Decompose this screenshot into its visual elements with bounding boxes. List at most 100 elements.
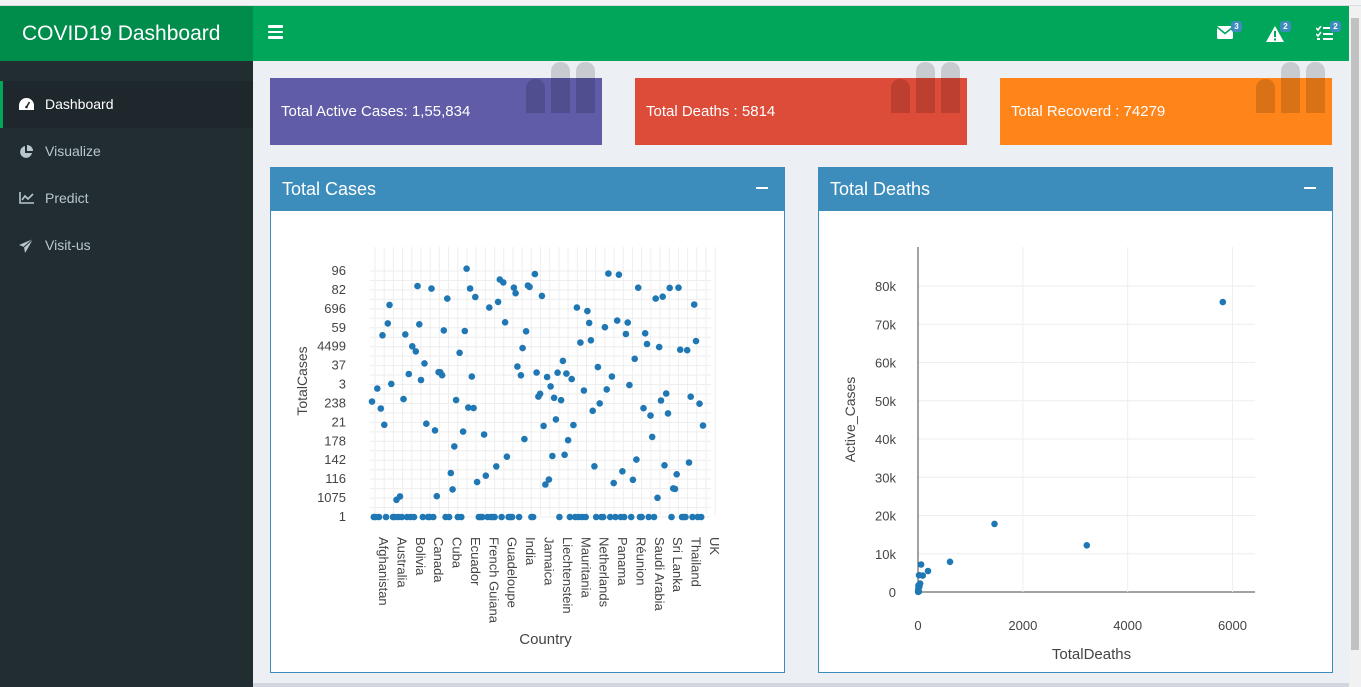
- data-point: [384, 320, 392, 327]
- sidebar-item-visualize[interactable]: Visualize: [0, 128, 253, 175]
- tasks-menu-button[interactable]: 2: [1310, 18, 1341, 48]
- data-point: [508, 513, 516, 521]
- data-point: [486, 304, 493, 311]
- data-point: [659, 293, 666, 300]
- x-tick-label: 4000: [1113, 618, 1142, 633]
- sidebar-item-label: Dashboard: [45, 96, 114, 112]
- sidebar-item-label: Visit-us: [45, 237, 91, 253]
- bar-chart-icon: [1256, 62, 1328, 113]
- data-point: [557, 396, 565, 404]
- data-point: [491, 513, 498, 521]
- data-point: [549, 452, 556, 460]
- y-tick-label: 0: [889, 585, 896, 600]
- data-point: [596, 400, 603, 407]
- data-point: [564, 436, 572, 444]
- data-point: [650, 513, 658, 521]
- page-scrollbar[interactable]: [1349, 6, 1361, 687]
- data-point: [666, 284, 673, 292]
- tasks-count-badge: 2: [1330, 21, 1341, 32]
- data-point: [529, 513, 537, 521]
- y-tick-label: 1075: [317, 490, 346, 505]
- data-point: [402, 331, 409, 338]
- data-point: [991, 520, 998, 528]
- data-point: [531, 270, 539, 278]
- y-tick-label: 30k: [875, 470, 896, 485]
- y-tick-label: 60k: [875, 356, 896, 371]
- data-point: [652, 295, 659, 302]
- sidebar-item-predict[interactable]: Predict: [0, 175, 253, 222]
- data-point: [643, 340, 651, 348]
- y-tick-label: 37: [332, 358, 346, 373]
- data-point: [682, 513, 689, 521]
- total-recovered-box: Total Recoverd : 74279: [1000, 62, 1332, 145]
- data-point: [696, 400, 703, 407]
- y-tick-label: 696: [324, 301, 346, 316]
- data-point: [473, 478, 481, 486]
- total-cases-chart[interactable]: 96 82 696 59 4499 37 3 238 21 178 142 116 1075 1 Afgha…: [271, 211, 784, 672]
- data-point: [500, 279, 507, 286]
- dashboard-icon: [19, 98, 34, 110]
- bar-chart-icon: [526, 62, 598, 113]
- data-point: [924, 567, 932, 575]
- data-point: [472, 293, 479, 301]
- alerts-menu-button[interactable]: 2: [1260, 18, 1291, 48]
- y-axis-title: Active_Cases: [842, 377, 858, 463]
- data-point: [668, 513, 675, 521]
- data-point: [605, 270, 612, 277]
- data-point: [568, 375, 575, 383]
- data-point: [517, 372, 525, 379]
- x-tick-label: Thailand: [689, 537, 704, 587]
- sidebar-item-label: Visualize: [45, 143, 101, 159]
- sidebar-item-dashboard[interactable]: Dashboard: [0, 81, 253, 128]
- data-point: [463, 265, 470, 272]
- data-point: [620, 513, 628, 521]
- alerts-count-badge: 2: [1280, 21, 1291, 32]
- data-point: [594, 363, 602, 371]
- sidebar-item-visit-us[interactable]: Visit-us: [0, 222, 253, 269]
- x-tick-label: Réunion: [633, 537, 648, 585]
- x-tick-label: Liechtenstein: [560, 537, 575, 614]
- active-cases-box: Total Active Cases: 1,55,834: [270, 62, 602, 145]
- data-point: [634, 284, 642, 291]
- x-tick-label: Afghanistan: [376, 537, 391, 606]
- data-point: [451, 443, 458, 450]
- x-tick-label: Mauritania: [578, 537, 593, 598]
- x-tick-label: Ecuador: [468, 537, 483, 586]
- collapse-icon[interactable]: [756, 187, 768, 189]
- sidebar-item-label: Predict: [45, 190, 89, 206]
- data-point: [1219, 298, 1227, 306]
- messages-menu-button[interactable]: 3: [1211, 18, 1242, 48]
- data-point: [461, 327, 469, 335]
- total-deaths-chart[interactable]: 0 10k 20k 30k 40k 50k 60k 70k 80k 0 2000 4000 6000 Ac…: [819, 211, 1332, 672]
- sidebar-toggle-icon[interactable]: [268, 25, 283, 39]
- scrollbar-thumb[interactable]: [1351, 18, 1359, 650]
- data-point: [584, 307, 591, 315]
- total-deaths-header: Total Deaths: [819, 168, 1332, 211]
- data-point: [685, 459, 693, 466]
- bar-chart-icon: [891, 62, 963, 113]
- y-tick-label: 70k: [875, 317, 896, 332]
- data-point: [410, 513, 418, 521]
- data-point: [603, 386, 610, 393]
- data-point: [423, 420, 430, 427]
- collapse-icon[interactable]: [1304, 187, 1316, 189]
- data-point: [626, 381, 633, 389]
- x-tick-label: UK: [707, 537, 722, 555]
- active-cases-text: Total Active Cases: 1,55,834: [281, 103, 471, 120]
- data-point: [648, 433, 656, 441]
- data-point: [543, 373, 551, 381]
- data-point: [1083, 542, 1091, 549]
- total-deaths-panel: Total Deaths 0 10k 20k 30k 40k 50k 60k 70k 80k 0 2…: [818, 167, 1333, 673]
- x-axis-title: Country: [519, 631, 572, 648]
- total-recovered-text: Total Recoverd : 74279: [1011, 103, 1166, 120]
- y-tick-label: 20k: [875, 509, 896, 524]
- data-point: [452, 396, 460, 404]
- app-logo[interactable]: COVID19 Dashboard: [0, 6, 253, 61]
- data-point: [456, 349, 463, 357]
- data-point: [697, 513, 705, 521]
- data-point: [459, 428, 467, 435]
- data-point: [526, 283, 533, 291]
- x-tick-label: Saudi Arabia: [652, 537, 667, 611]
- data-point: [655, 343, 663, 351]
- data-point: [374, 385, 381, 392]
